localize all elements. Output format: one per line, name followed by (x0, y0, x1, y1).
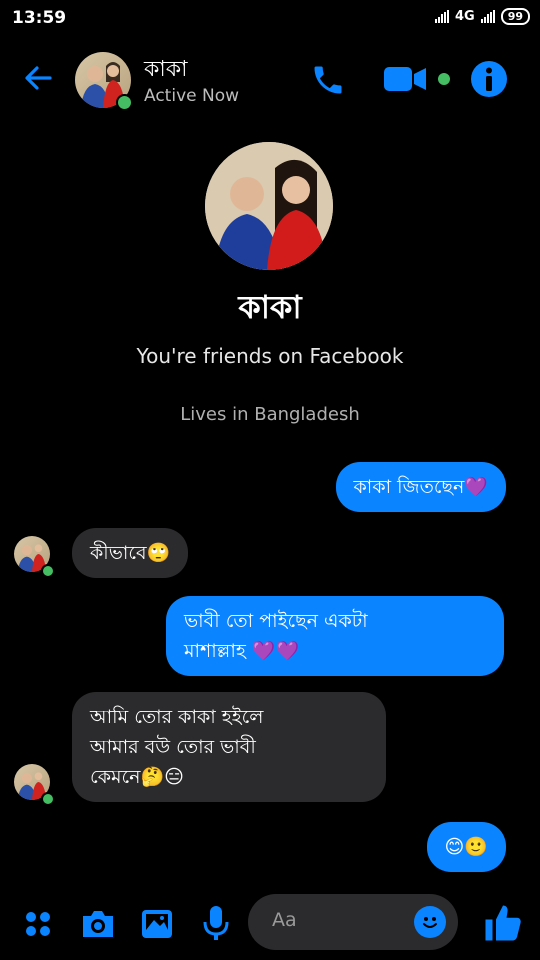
contact-name[interactable]: কাকা (144, 52, 188, 89)
microphone-icon[interactable] (202, 904, 230, 946)
emoji-icon[interactable] (414, 906, 446, 938)
message-input-container[interactable] (248, 894, 458, 950)
more-options-icon[interactable] (24, 910, 52, 942)
network-type: 4G (454, 9, 475, 24)
message-line: ভাবী তো পাইছেন একটা (184, 610, 368, 632)
message-sent[interactable]: ভাবী তো পাইছেন একটা মাশাল্লাহ 💜💜 (166, 596, 504, 676)
message-sent[interactable]: 😊🙂 (426, 822, 506, 872)
signal-icon (434, 10, 449, 23)
active-status-dot (41, 564, 55, 578)
active-status-dot (116, 94, 133, 111)
message-line: কেমনে🤔😑 (90, 766, 184, 788)
camera-icon[interactable] (80, 908, 116, 944)
battery-icon: 99 (500, 8, 530, 25)
status-bar: 13:59 4G 99 (0, 0, 540, 38)
message-line: আমার বউ তোর ভাবী (90, 736, 256, 758)
like-icon[interactable] (482, 902, 524, 948)
message-line: আমি তোর কাকা হইলে (90, 706, 264, 728)
composer-bar (0, 888, 540, 960)
video-call-icon[interactable] (382, 64, 454, 98)
active-status-text: Active Now (144, 86, 240, 106)
message-received[interactable]: কীভাবে🙄 (72, 528, 189, 578)
message-input[interactable] (270, 908, 404, 932)
active-status-dot (41, 792, 55, 806)
signal-icon-2 (480, 10, 495, 23)
profile-picture[interactable] (205, 142, 333, 270)
location-text: Lives in Bangladesh (180, 404, 360, 425)
message-received[interactable]: আমি তোর কাকা হইলে আমার বউ তোর ভাবী কেমনে… (72, 692, 386, 802)
back-arrow-icon[interactable] (22, 62, 54, 98)
friends-status-text: You're friends on Facebook (136, 344, 404, 368)
info-icon[interactable] (470, 60, 508, 102)
status-time: 13:59 (12, 8, 67, 28)
profile-name: কাকা (238, 288, 302, 326)
status-indicators: 4G 99 (434, 8, 530, 25)
message-line: মাশাল্লাহ 💜💜 (184, 640, 300, 662)
phone-icon[interactable] (310, 62, 346, 102)
message-sent[interactable]: কাকা জিতছেন💜 (335, 462, 506, 512)
conversation-header: কাকা Active Now (0, 38, 540, 124)
gallery-icon[interactable] (140, 908, 174, 944)
